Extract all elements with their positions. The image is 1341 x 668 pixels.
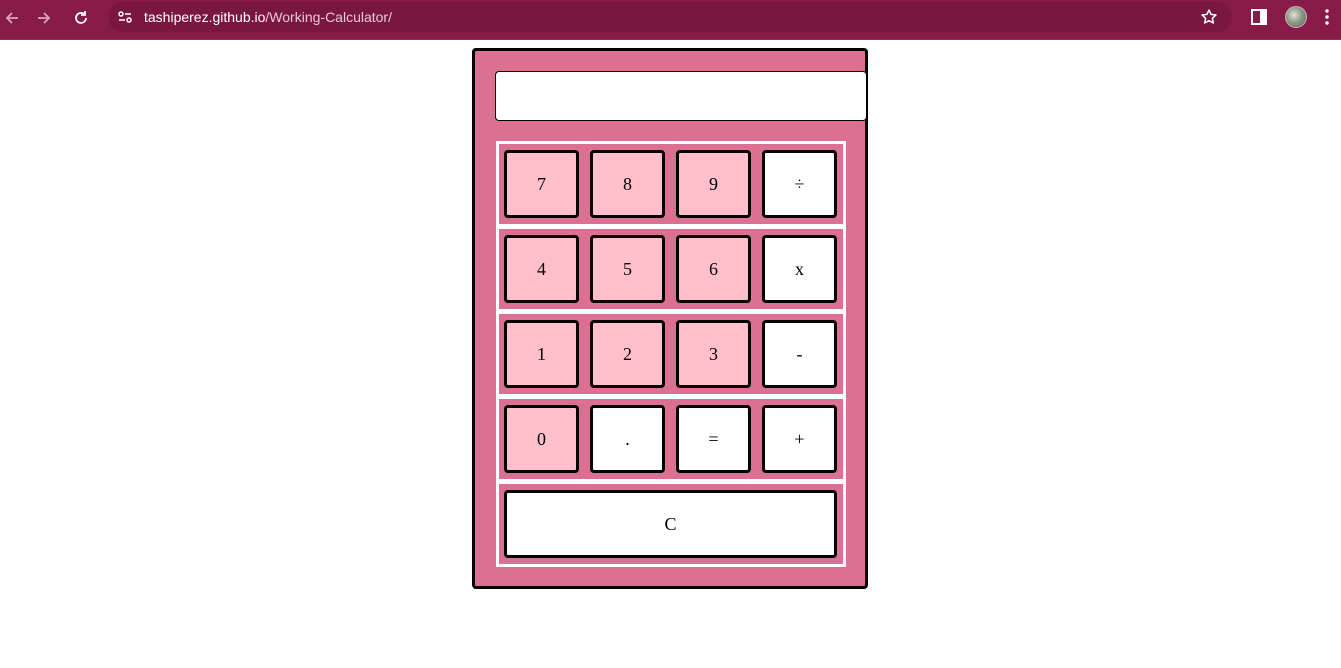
browser-toolbar: tashiperez.github.io/Working-Calculator/: [0, 0, 1341, 40]
back-arrow-icon[interactable]: [0, 6, 24, 30]
key-6[interactable]: 6: [676, 235, 751, 303]
clear-button[interactable]: C: [504, 490, 837, 558]
key-7[interactable]: 7: [504, 150, 579, 218]
forward-arrow-icon[interactable]: [32, 6, 56, 30]
divide-button[interactable]: ÷: [762, 150, 837, 218]
key-1[interactable]: 1: [504, 320, 579, 388]
keypad: 7 8 9 ÷ 4 5 6 x 1 2 3 - 0 . = + C: [496, 141, 846, 567]
key-3[interactable]: 3: [676, 320, 751, 388]
key-2[interactable]: 2: [590, 320, 665, 388]
multiply-button[interactable]: x: [762, 235, 837, 303]
address-bar[interactable]: tashiperez.github.io/Working-Calculator/: [108, 2, 1232, 32]
decimal-button[interactable]: .: [590, 405, 665, 473]
profile-avatar[interactable]: [1285, 6, 1307, 28]
keypad-row: 7 8 9 ÷: [499, 144, 843, 229]
calculator-display[interactable]: [495, 71, 867, 121]
key-4[interactable]: 4: [504, 235, 579, 303]
url-path: /Working-Calculator/: [265, 9, 392, 25]
url-host: tashiperez.github.io: [144, 9, 266, 25]
equals-button[interactable]: =: [676, 405, 751, 473]
subtract-button[interactable]: -: [762, 320, 837, 388]
keypad-row: 0 . = +: [499, 399, 843, 484]
key-0[interactable]: 0: [504, 405, 579, 473]
calculator: 7 8 9 ÷ 4 5 6 x 1 2 3 - 0 . = + C: [472, 48, 868, 589]
add-button[interactable]: +: [762, 405, 837, 473]
site-info-icon[interactable]: [117, 9, 133, 25]
key-8[interactable]: 8: [590, 150, 665, 218]
side-panel-icon[interactable]: [1250, 8, 1268, 26]
reload-icon[interactable]: [69, 6, 93, 30]
url-text[interactable]: tashiperez.github.io/Working-Calculator/: [144, 9, 392, 25]
keypad-row: 4 5 6 x: [499, 229, 843, 314]
bookmark-star-icon[interactable]: [1200, 8, 1218, 26]
key-9[interactable]: 9: [676, 150, 751, 218]
keypad-row: 1 2 3 -: [499, 314, 843, 399]
key-5[interactable]: 5: [590, 235, 665, 303]
keypad-row: C: [499, 484, 843, 564]
kebab-menu-icon[interactable]: [1324, 8, 1330, 26]
